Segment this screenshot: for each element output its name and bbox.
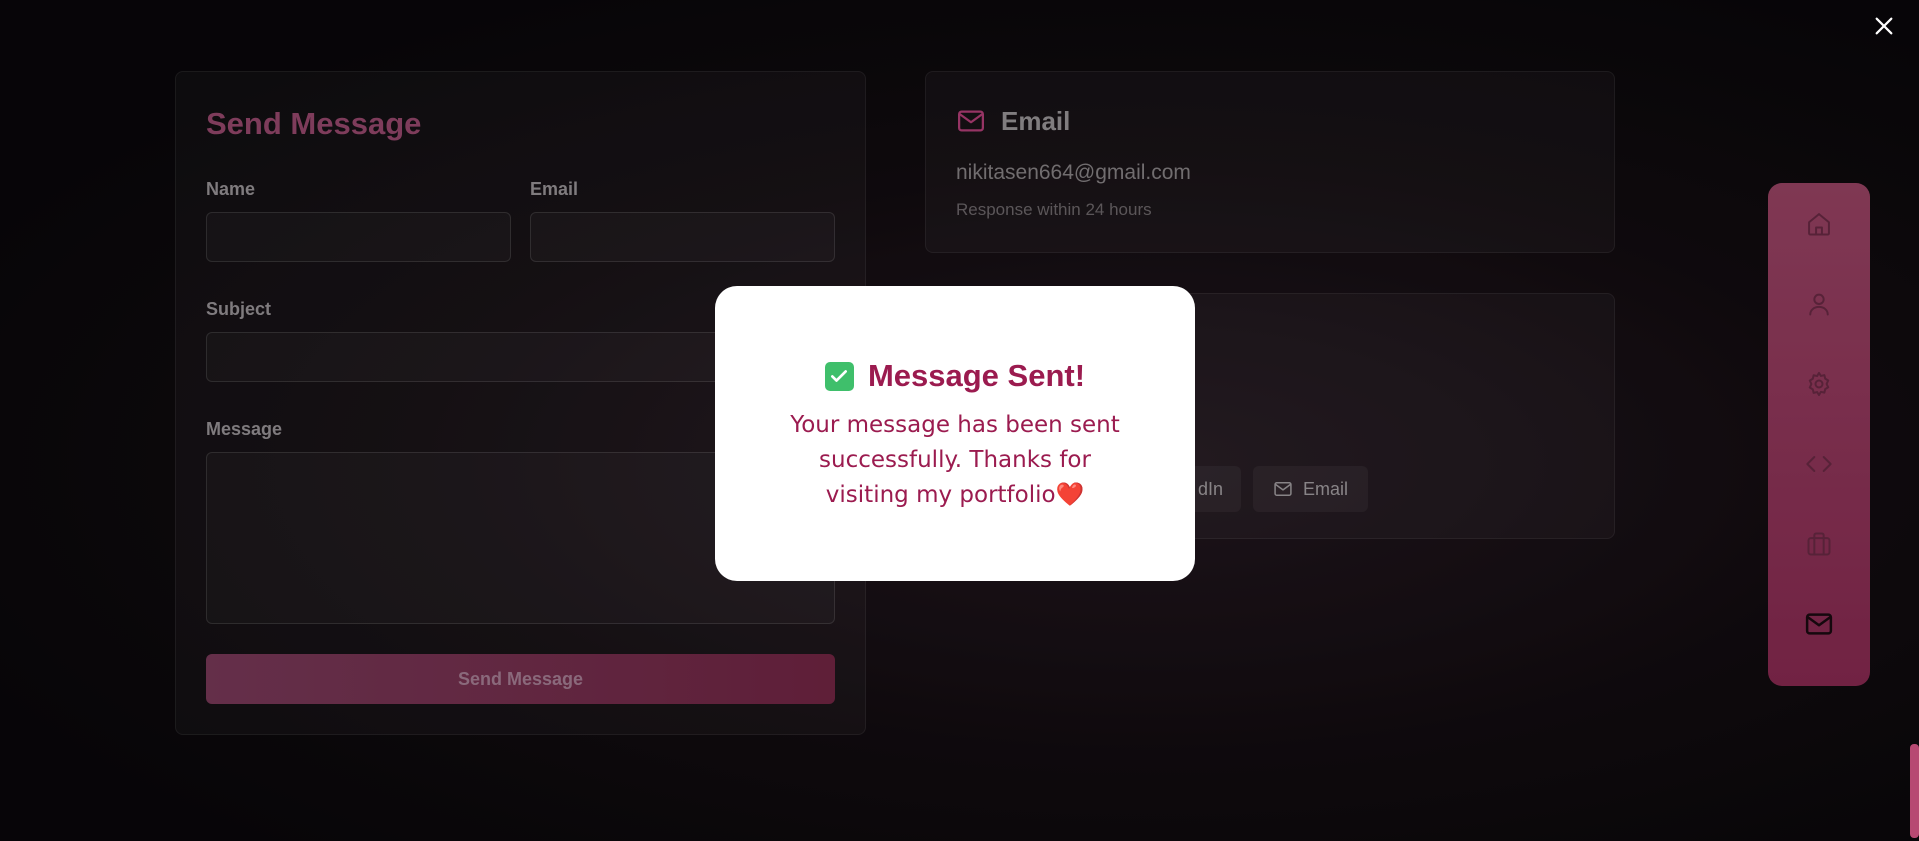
- dialog-title: Message Sent!: [715, 358, 1195, 394]
- check-mark-icon: [824, 361, 854, 391]
- heart-icon: ❤️: [1055, 482, 1085, 508]
- success-dialog: Message Sent! Your message has been sent…: [715, 286, 1195, 581]
- close-icon[interactable]: [1873, 15, 1895, 37]
- dialog-title-text: Message Sent!: [867, 358, 1086, 393]
- dialog-message: Your message has been sent successfully.…: [785, 408, 1125, 513]
